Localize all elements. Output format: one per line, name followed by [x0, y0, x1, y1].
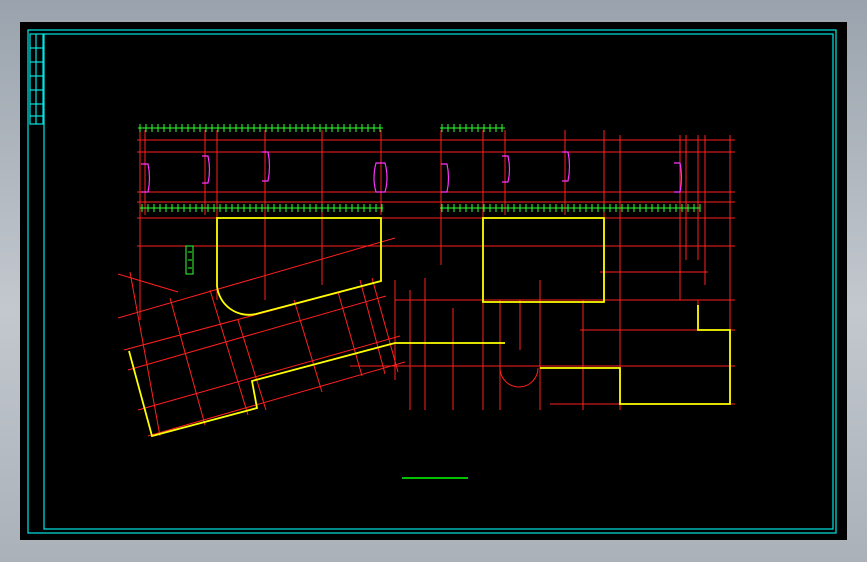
drawing-frame [27, 29, 837, 534]
grid-line [169, 297, 206, 426]
wing-a-outline [216, 217, 382, 316]
grid-line [293, 299, 323, 393]
outer-frame [27, 29, 837, 534]
grid-line [359, 279, 386, 375]
dimension-ticks [139, 124, 701, 212]
floor-plan-drawing [27, 29, 837, 534]
grid-line [127, 295, 387, 371]
grid-line [337, 291, 363, 377]
arc-symbol [499, 367, 539, 388]
cad-drawing-canvas[interactable] [20, 22, 847, 540]
grid-line [117, 237, 396, 319]
building-outline [128, 217, 731, 438]
door-symbol [441, 163, 450, 193]
door-symbols [141, 151, 683, 193]
wing-b-outline [482, 217, 605, 303]
annex-outline [540, 305, 731, 405]
grid-line [147, 361, 406, 437]
door-symbol [502, 155, 511, 183]
door-symbol [262, 151, 271, 182]
inner-frame [43, 33, 834, 530]
title-strip [29, 33, 44, 125]
grid-line [117, 273, 179, 293]
door-symbol [202, 155, 211, 184]
axis-grid [117, 130, 735, 437]
rotated-wing-outline [128, 342, 505, 438]
door-symbol [562, 151, 571, 182]
dimension-annotations [138, 124, 701, 275]
grid-line [371, 277, 399, 373]
